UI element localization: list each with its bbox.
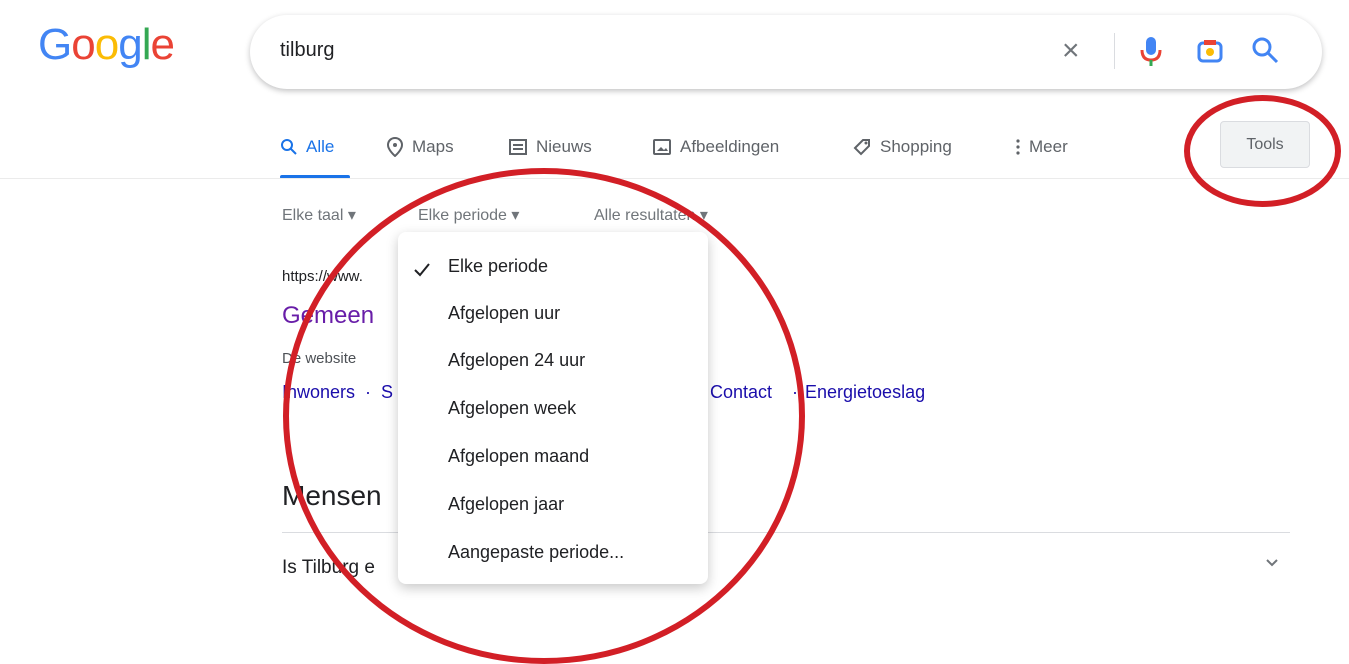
result-description: De website (282, 350, 357, 367)
tab-afbeeldingen[interactable]: Afbeeldingen (652, 132, 779, 162)
period-filter[interactable]: Elke periode ▾ (418, 205, 519, 225)
people-also-ask-heading: Mensen (282, 480, 382, 511)
tag-icon (853, 139, 870, 156)
search-icon[interactable] (1250, 35, 1280, 70)
logo-letter: e (150, 20, 175, 69)
menu-item-period[interactable]: Aangepaste periode... (448, 542, 624, 563)
tab-label: Nieuws (536, 137, 592, 156)
sitelink[interactable]: Inwoners (282, 382, 355, 402)
sitelink[interactable]: Contact (710, 382, 772, 403)
close-icon[interactable]: × (1062, 31, 1080, 71)
tab-label: Maps (412, 137, 454, 156)
google-logo[interactable]: Google (38, 20, 188, 80)
tab-label: Shopping (880, 137, 952, 156)
tab-meer[interactable]: Meer (1015, 132, 1068, 162)
search-box[interactable]: tilburg × (250, 15, 1322, 89)
logo-letter: o (94, 20, 120, 69)
menu-item-period[interactable]: Afgelopen week (448, 398, 576, 419)
more-vert-icon (1016, 139, 1020, 155)
tools-button[interactable]: Tools (1220, 121, 1310, 168)
menu-item-period[interactable]: Afgelopen 24 uur (448, 350, 585, 371)
menu-item-period[interactable]: Afgelopen jaar (448, 494, 564, 515)
tab-label: Alle (306, 137, 335, 156)
sitelink[interactable]: S (381, 382, 393, 402)
sitelink[interactable]: Energietoeslag (805, 382, 925, 403)
mic-icon[interactable] (1138, 35, 1164, 74)
camera-icon[interactable] (1194, 35, 1226, 72)
check-icon (412, 260, 432, 285)
header-divider (0, 178, 1349, 179)
tab-label: Meer (1029, 137, 1068, 156)
link-separator: · (792, 382, 798, 402)
news-icon (509, 139, 527, 155)
logo-letter: g (118, 20, 143, 69)
menu-item-period[interactable]: Afgelopen maand (448, 446, 589, 467)
chevron-down-icon[interactable] (1262, 552, 1282, 577)
results-filter[interactable]: Alle resultaten ▾ (594, 205, 708, 225)
menu-item-period[interactable]: Elke periode (448, 256, 548, 277)
image-icon (653, 139, 671, 155)
link-separator: · (365, 382, 372, 402)
tab-label: Afbeeldingen (680, 137, 780, 156)
search-divider (1114, 33, 1115, 69)
tab-nieuws[interactable]: Nieuws (508, 132, 592, 162)
period-dropdown-menu: Elke periode Afgelopen uur Afgelopen 24 … (398, 232, 708, 584)
result-url[interactable]: https://www. (282, 268, 363, 285)
pin-icon (386, 137, 404, 157)
language-filter[interactable]: Elke taal ▾ (282, 205, 356, 225)
faq-question[interactable]: Is Tilburg e (282, 557, 375, 579)
result-title[interactable]: Gemeen (282, 302, 374, 330)
search-icon (281, 139, 297, 155)
logo-letter: o (71, 20, 96, 69)
search-input[interactable]: tilburg (280, 39, 334, 62)
logo-letter: G (38, 20, 72, 69)
sitelinks: Inwoners · S Contact · Energietoeslag (282, 382, 925, 403)
menu-item-period[interactable]: Afgelopen uur (448, 303, 560, 324)
tab-maps[interactable]: Maps (386, 132, 454, 162)
tab-shopping[interactable]: Shopping (852, 132, 952, 162)
logo-letter: l (141, 20, 152, 69)
tab-alle[interactable]: Alle (280, 132, 334, 162)
